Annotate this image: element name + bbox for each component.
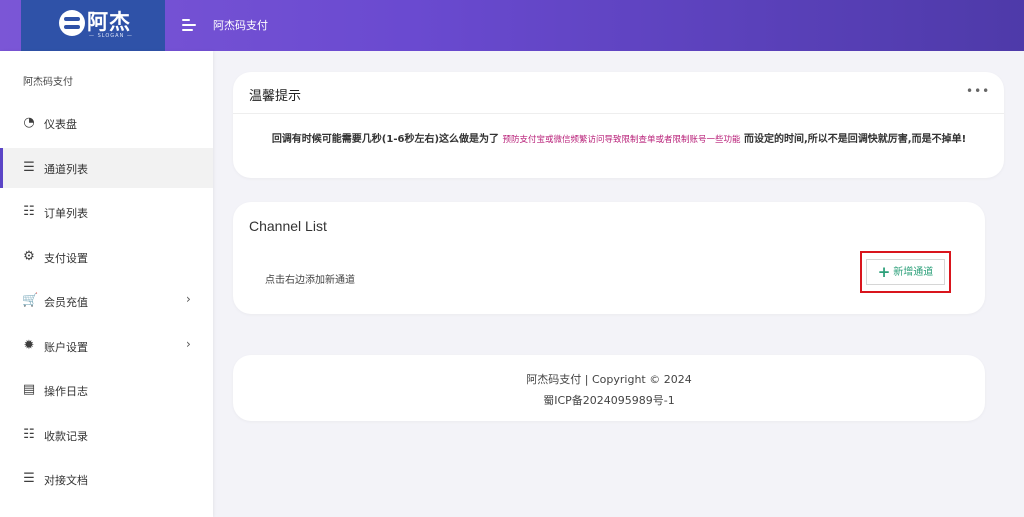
- notice-text-highlight: 预防支付宝或微信频繁访问导致限制查单或者限制账号一些功能: [502, 135, 741, 145]
- sidebar-item-label: 操作日志: [44, 385, 88, 398]
- records-icon: ☷: [23, 426, 35, 442]
- notice-text-after: 而设定的时间,所以不是回调快就厉害,而是不掉单!: [740, 134, 967, 145]
- sidebar-item[interactable]: 🛒 会员充值 ›: [0, 281, 213, 321]
- list-ul-icon: ☷: [23, 204, 35, 219]
- footer-icp-link[interactable]: 蜀ICP备2024095989号-1: [233, 392, 985, 408]
- sidebar-item-label: 对接文档: [44, 474, 88, 487]
- chevron-right-icon: ›: [186, 292, 191, 306]
- sidebar-item-label: 通道列表: [44, 162, 88, 176]
- gears-icon: ⚙: [23, 248, 35, 264]
- doc-icon: ☰: [23, 471, 35, 486]
- dashboard-icon: ◔: [23, 115, 35, 130]
- notice-card: 温馨提示 ••• 回调有时候可能需要几秒(1-6秒左右)这么做是为了 预防支付宝…: [233, 72, 1004, 178]
- notice-text: 回调有时候可能需要几秒(1-6秒左右)这么做是为了 预防支付宝或微信频繁访问导致…: [249, 131, 989, 149]
- logo-slogan: — SLOGAN —: [89, 33, 133, 39]
- header-title: 阿杰码支付: [213, 19, 268, 32]
- channel-list-card: Channel List 点击右边添加新通道 + 新增通道: [233, 202, 985, 314]
- sidebar-item-label: 收款记录: [44, 429, 88, 443]
- footer-card: 阿杰码支付 | Copyright © 2024 蜀ICP备2024095989…: [233, 355, 985, 421]
- notice-title: 温馨提示: [249, 89, 302, 104]
- sidebar-item[interactable]: ◔ 仪表盘: [0, 103, 213, 143]
- plus-icon: +: [877, 263, 891, 281]
- notice-text-before: 回调有时候可能需要几秒(1-6秒左右)这么做是为了: [271, 134, 503, 145]
- logo-icon: [59, 10, 85, 36]
- logo-text: 阿杰: [87, 10, 131, 34]
- channel-list-title: Channel List: [249, 218, 327, 234]
- sidebar-item-label: 仪表盘: [44, 118, 77, 131]
- sidebar-item[interactable]: ☷ 订单列表: [0, 192, 213, 232]
- sidebar-item[interactable]: ▤ 操作日志: [0, 370, 213, 410]
- chevron-right-icon: ›: [186, 336, 191, 351]
- sidebar-item-label: 支付设置: [44, 251, 88, 265]
- cart-icon: 🛒: [22, 293, 39, 308]
- add-channel-label: 新增通道: [893, 267, 934, 278]
- gear-icon: ✹: [23, 337, 35, 353]
- sidebar: 阿杰码支付 ◔ 仪表盘 ☰ 通道列表 ☷ 订单列表 ⚙ 支付设置 🛒 会员充值 › ✹ 账户设置 › ▤ 操作…: [0, 51, 213, 517]
- top-header: 阿杰 — SLOGAN — 阿杰码支付: [0, 0, 1024, 51]
- sidebar-item[interactable]: ⚙ 支付设置: [0, 237, 213, 277]
- divider: [233, 113, 1004, 114]
- menu-toggle-icon[interactable]: [182, 19, 196, 31]
- sidebar-item[interactable]: ☰ 对接文档: [0, 459, 213, 499]
- footer-copyright: 阿杰码支付 | Copyright © 2024: [526, 373, 692, 386]
- sidebar-item-label: 账户设置: [44, 340, 88, 354]
- more-icon[interactable]: •••: [966, 84, 990, 98]
- channel-hint: 点击右边添加新通道: [265, 275, 355, 286]
- sidebar-item[interactable]: ☷ 收款记录: [0, 415, 213, 455]
- highlight-box: + 新增通道: [860, 251, 951, 293]
- sidebar-item-label: 订单列表: [44, 207, 88, 220]
- list-icon: ☰: [23, 159, 35, 175]
- sidebar-item[interactable]: ✹ 账户设置 ›: [0, 326, 213, 366]
- sidebar-item[interactable]: ☰ 通道列表: [0, 147, 213, 188]
- sidebar-item-label: 会员充值: [44, 296, 88, 309]
- sidebar-heading: 阿杰码支付: [23, 77, 73, 88]
- log-icon: ▤: [22, 382, 36, 397]
- add-channel-button[interactable]: + 新增通道: [866, 259, 945, 285]
- logo[interactable]: 阿杰 — SLOGAN —: [21, 0, 165, 51]
